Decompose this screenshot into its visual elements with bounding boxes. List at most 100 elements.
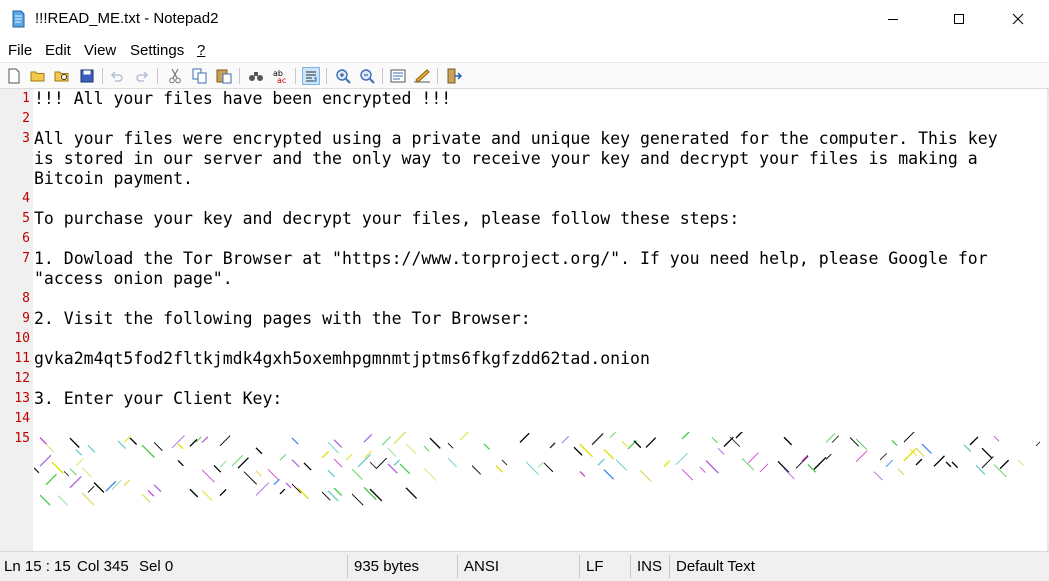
line-number: 1 bbox=[22, 91, 30, 106]
find-icon bbox=[249, 72, 263, 81]
noise-stroke bbox=[219, 460, 227, 468]
noise-stroke bbox=[945, 461, 952, 468]
noise-stroke bbox=[255, 447, 263, 455]
copy-button[interactable] bbox=[191, 67, 209, 85]
noise-stroke bbox=[951, 461, 959, 469]
status-line-ending[interactable]: LF bbox=[586, 552, 604, 581]
exit-button[interactable] bbox=[445, 67, 463, 85]
noise-stroke bbox=[855, 438, 867, 450]
noise-stroke bbox=[729, 436, 741, 448]
noise-stroke bbox=[639, 469, 652, 483]
noise-stroke bbox=[57, 495, 69, 506]
cut-icon bbox=[169, 68, 181, 84]
noise-stroke bbox=[849, 437, 860, 447]
noise-stroke bbox=[387, 448, 397, 457]
find-button[interactable] bbox=[247, 67, 265, 85]
noise-stroke bbox=[273, 478, 280, 486]
noise-stroke bbox=[219, 489, 227, 497]
noise-stroke bbox=[321, 450, 330, 459]
save-button[interactable] bbox=[78, 67, 96, 85]
line-number: 7 bbox=[22, 251, 30, 266]
open-button[interactable] bbox=[29, 67, 47, 85]
noise-stroke bbox=[423, 467, 437, 481]
noise-stroke bbox=[681, 468, 694, 481]
zoom-out-button[interactable] bbox=[358, 67, 376, 85]
maximize-button[interactable] bbox=[936, 0, 982, 38]
noise-stroke bbox=[993, 464, 1007, 478]
noise-stroke bbox=[93, 482, 105, 493]
noise-stroke bbox=[45, 473, 57, 486]
text-line: !!! All your files have been encrypted !… bbox=[34, 89, 452, 108]
noise-stroke bbox=[459, 432, 469, 441]
cut-button[interactable] bbox=[166, 67, 184, 85]
noise-stroke bbox=[873, 471, 883, 481]
menu-help[interactable]: ? bbox=[197, 42, 205, 59]
noise-stroke bbox=[387, 463, 398, 474]
minimize-button[interactable] bbox=[870, 0, 916, 38]
noise-stroke bbox=[81, 492, 95, 506]
status-insert-mode[interactable]: INS bbox=[637, 552, 662, 581]
noise-stroke bbox=[675, 453, 688, 466]
menu-view[interactable]: View bbox=[84, 42, 116, 59]
noise-stroke bbox=[111, 480, 122, 490]
noise-stroke bbox=[333, 439, 343, 448]
noise-stroke bbox=[381, 436, 392, 446]
noise-stroke bbox=[717, 447, 725, 455]
noise-stroke bbox=[357, 453, 371, 468]
noise-stroke bbox=[921, 443, 932, 455]
noise-stroke bbox=[609, 432, 617, 439]
noise-stroke bbox=[813, 456, 827, 470]
noise-stroke bbox=[177, 460, 184, 467]
undo-button[interactable] bbox=[108, 67, 126, 85]
noise-stroke bbox=[933, 455, 945, 467]
noise-stroke bbox=[393, 459, 401, 466]
redo-button[interactable] bbox=[133, 67, 151, 85]
noise-stroke bbox=[333, 458, 343, 468]
replace-button[interactable]: ab ac bbox=[271, 67, 289, 85]
svg-text:ac: ac bbox=[277, 76, 286, 84]
scheme-button[interactable] bbox=[389, 67, 407, 85]
browse-icon bbox=[54, 71, 69, 82]
customize-icon bbox=[414, 69, 430, 83]
browse-button[interactable] bbox=[53, 67, 71, 85]
toolbar-separator bbox=[382, 68, 383, 84]
noise-stroke bbox=[333, 487, 343, 496]
text-line: 1. Dowload the Tor Browser at "https://w… bbox=[34, 249, 988, 268]
paste-icon bbox=[216, 69, 232, 84]
paste-button[interactable] bbox=[215, 67, 233, 85]
noise-stroke bbox=[405, 443, 417, 455]
menu-file[interactable]: File bbox=[8, 42, 32, 59]
exit-icon bbox=[447, 68, 462, 84]
noise-stroke bbox=[219, 435, 231, 447]
editor[interactable]: 1 2 3 4 5 6 7 8 9 10 11 12 13 14 15 !!! … bbox=[0, 89, 1049, 551]
undo-icon bbox=[110, 71, 123, 82]
noise-stroke bbox=[1017, 459, 1024, 466]
noise-stroke bbox=[603, 469, 615, 480]
new-file-button[interactable] bbox=[5, 67, 23, 85]
menu-edit[interactable]: Edit bbox=[45, 42, 71, 59]
noise-stroke bbox=[915, 458, 923, 466]
status-encoding[interactable]: ANSI bbox=[464, 552, 499, 581]
noise-stroke bbox=[279, 488, 286, 495]
toolbar-separator bbox=[239, 68, 240, 84]
noise-stroke bbox=[351, 493, 364, 506]
close-button[interactable] bbox=[995, 0, 1041, 38]
noise-stroke bbox=[201, 490, 213, 501]
zoom-in-button[interactable] bbox=[334, 67, 352, 85]
copy-icon bbox=[192, 68, 207, 84]
menu-settings[interactable]: Settings bbox=[130, 42, 184, 59]
noise-stroke bbox=[45, 443, 55, 453]
noise-stroke bbox=[759, 463, 769, 473]
noise-stroke bbox=[285, 482, 292, 489]
status-scheme[interactable]: Default Text bbox=[676, 552, 755, 581]
noise-stroke bbox=[201, 469, 215, 483]
noise-stroke bbox=[291, 437, 299, 445]
customize-button[interactable] bbox=[413, 67, 431, 85]
noise-stroke bbox=[519, 432, 530, 443]
status-separator bbox=[347, 555, 348, 578]
noise-stroke bbox=[75, 458, 84, 467]
noise-stroke bbox=[903, 432, 915, 443]
word-wrap-button[interactable] bbox=[302, 67, 320, 85]
noise-stroke bbox=[255, 482, 270, 496]
noise-stroke bbox=[993, 435, 1000, 442]
